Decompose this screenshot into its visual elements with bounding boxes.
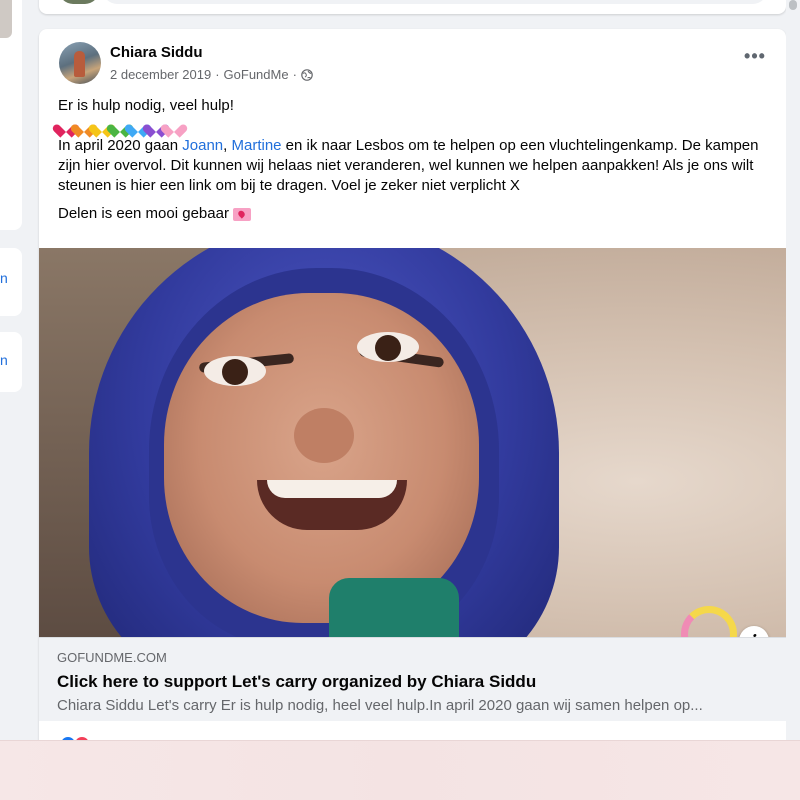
love-letter-icon xyxy=(232,207,251,221)
author-name[interactable]: Chiara Siddu xyxy=(110,44,203,61)
post-paragraph: In april 2020 gaan Joann, Martine en ik … xyxy=(58,136,763,196)
globe-icon[interactable] xyxy=(301,68,313,81)
more-options-button[interactable]: ••• xyxy=(742,47,768,73)
share-text: Delen is een mooi gebaar xyxy=(58,205,229,222)
heart-emoji-icon xyxy=(166,118,183,134)
gofundme-logo-icon xyxy=(681,606,737,637)
paragraph-text: In april 2020 gaan xyxy=(58,137,183,154)
tag-joann[interactable]: Joann xyxy=(182,137,223,154)
post-text-line: Er is hulp nodig, veel hulp! xyxy=(58,97,234,114)
hearts-emoji-row xyxy=(58,116,763,136)
image-shirt xyxy=(329,578,459,637)
composer-input[interactable] xyxy=(103,0,767,4)
link-preview-footer[interactable]: GOFUNDME.COM Click here to support Let's… xyxy=(39,637,786,721)
composer-card xyxy=(39,0,786,14)
scrollbar[interactable] xyxy=(786,0,800,800)
post-header: Chiara Siddu 2 december 2019 · GoFundMe … xyxy=(39,29,786,95)
share-line: Delen is een mooi gebaar xyxy=(58,204,763,224)
rail-link-fragment[interactable]: n xyxy=(0,352,8,368)
left-rail-card: n xyxy=(0,248,22,316)
avatar[interactable] xyxy=(59,0,99,4)
rail-link-fragment[interactable]: n xyxy=(0,270,8,286)
post-meta: 2 december 2019 · GoFundMe · xyxy=(110,67,313,82)
left-rail-card: n xyxy=(0,332,22,392)
author-avatar[interactable] xyxy=(59,42,101,84)
feed-post: Chiara Siddu 2 december 2019 · GoFundMe … xyxy=(39,29,786,800)
post-source[interactable]: GoFundMe xyxy=(224,67,289,82)
post-date[interactable]: 2 december 2019 xyxy=(110,67,211,82)
bottom-overlay-bar xyxy=(0,740,800,800)
scrollbar-thumb[interactable] xyxy=(789,0,797,10)
link-title[interactable]: Click here to support Let's carry organi… xyxy=(57,672,536,692)
image-nose xyxy=(294,408,354,463)
image-eye xyxy=(204,356,266,386)
link-preview-image[interactable]: i xyxy=(39,248,786,637)
meta-separator: · xyxy=(292,67,297,82)
link-description: Chiara Siddu Let's carry Er is hulp nodi… xyxy=(57,697,703,714)
left-rail-card xyxy=(0,0,22,230)
link-domain: GOFUNDME.COM xyxy=(57,650,167,665)
tag-martine[interactable]: Martine xyxy=(231,137,281,154)
info-icon[interactable]: i xyxy=(739,626,769,637)
image-eye xyxy=(357,332,419,362)
meta-separator: · xyxy=(215,67,220,82)
rail-thumbnail[interactable] xyxy=(0,0,12,38)
post-body: Er is hulp nodig, veel hulp! In april 20… xyxy=(58,96,763,224)
